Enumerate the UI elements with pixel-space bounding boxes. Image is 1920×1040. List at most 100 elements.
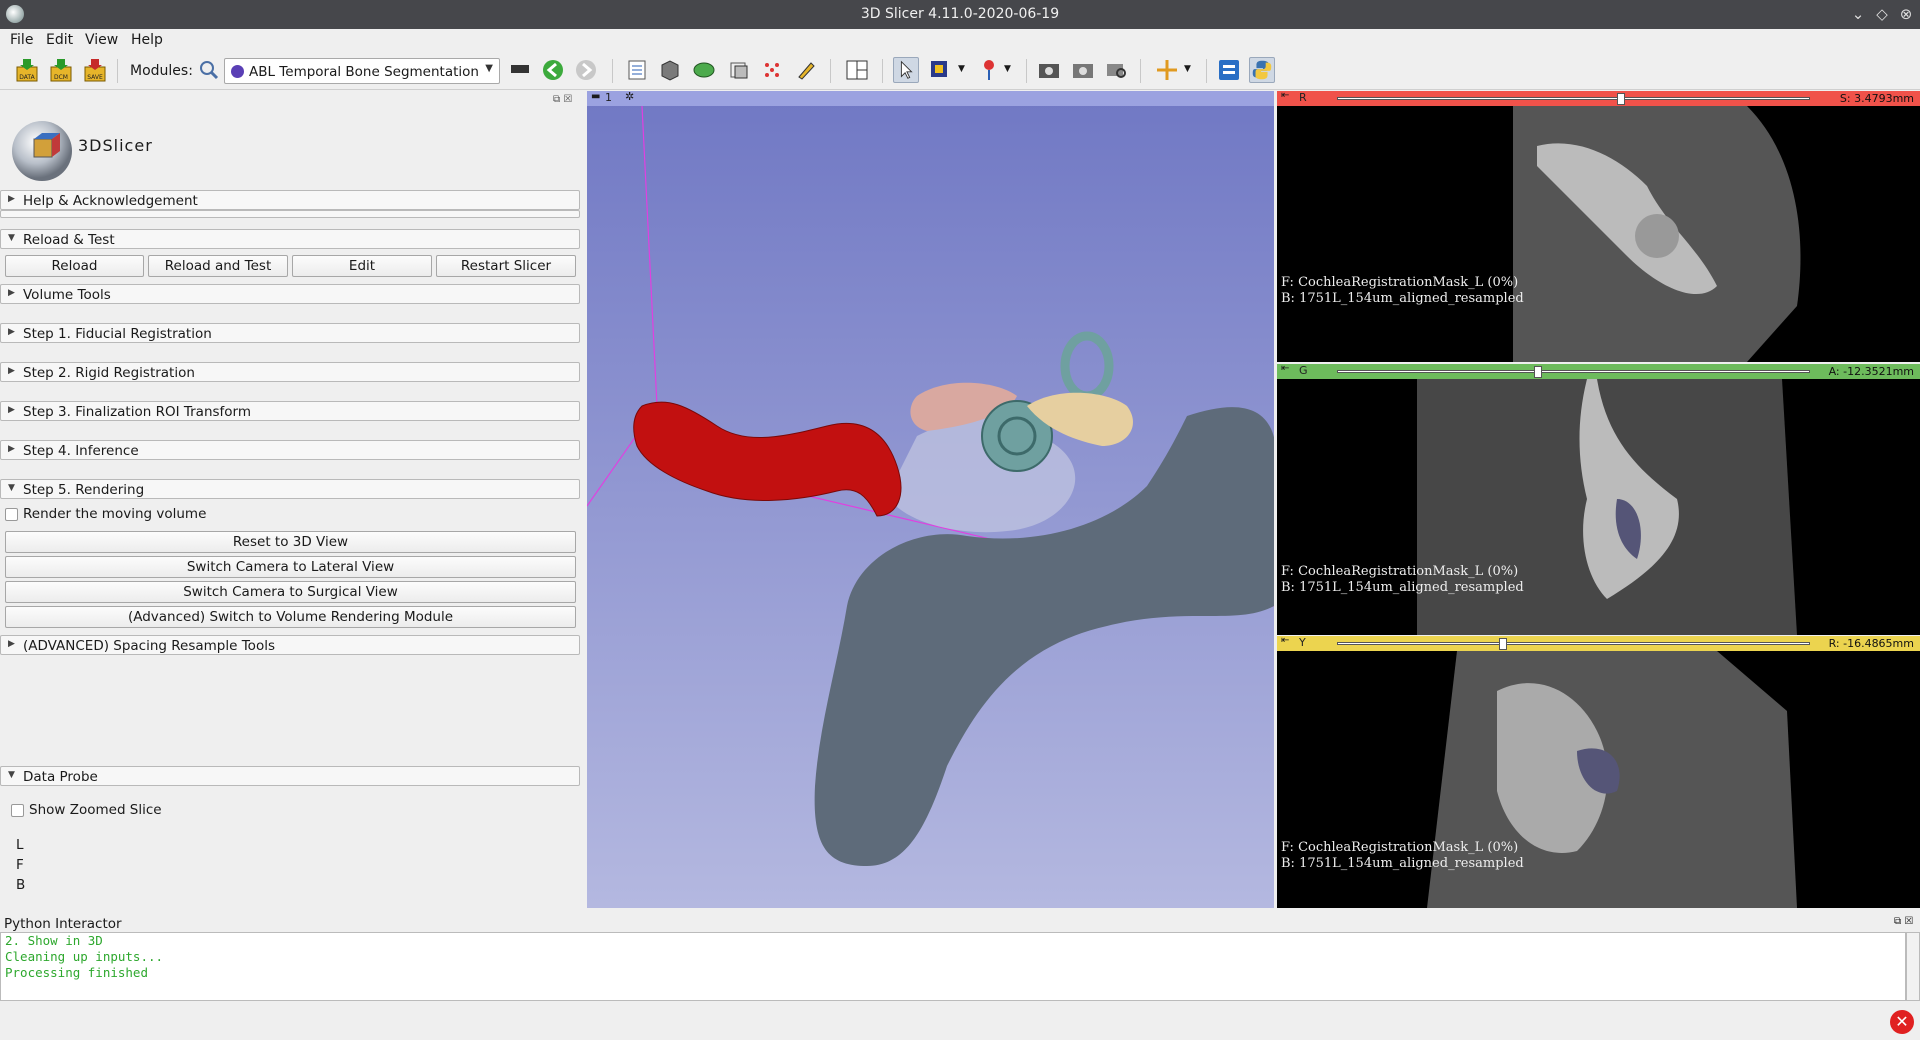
- reload-button[interactable]: Reload: [5, 255, 144, 277]
- back-arrow-icon[interactable]: [540, 57, 566, 83]
- close-icon[interactable]: ⊗: [1896, 4, 1916, 24]
- toolbar-separator: [117, 59, 118, 83]
- menu-help[interactable]: Help: [131, 32, 163, 48]
- python-icon[interactable]: [1249, 57, 1275, 83]
- show-zoomed-slice-checkbox[interactable]: [11, 804, 24, 817]
- scene-search-icon[interactable]: [1104, 57, 1130, 83]
- section-reload-test[interactable]: ▼ Reload & Test: [0, 229, 580, 249]
- surgical-view-button[interactable]: Switch Camera to Surgical View: [5, 581, 576, 603]
- minimize-icon[interactable]: ⌄: [1848, 4, 1868, 24]
- module-search-icon[interactable]: [196, 57, 222, 83]
- slice-letter: Y: [1299, 636, 1306, 649]
- chevron-down-icon[interactable]: ▼: [1184, 64, 1191, 74]
- segment-editor-icon[interactable]: [793, 57, 819, 83]
- section-label: (ADVANCED) Spacing Resample Tools: [23, 638, 275, 654]
- chevron-down-icon: ▼: [485, 63, 493, 74]
- transforms-module-icon[interactable]: [726, 57, 752, 83]
- layout-icon[interactable]: [844, 57, 870, 83]
- section-step1[interactable]: ▶ Step 1. Fiducial Registration: [0, 323, 580, 343]
- 3d-view-controller-bar[interactable]: ▬ 1 ✲: [587, 91, 1274, 106]
- module-selector[interactable]: ABL Temporal Bone Segmentation ▼: [224, 58, 500, 84]
- forward-arrow-icon[interactable]: [573, 57, 599, 83]
- console-line: Processing finished: [5, 965, 148, 980]
- python-console[interactable]: 2. Show in 3D Cleaning up inputs... Proc…: [0, 932, 1906, 1001]
- lateral-view-button[interactable]: Switch Camera to Lateral View: [5, 556, 576, 578]
- 3d-view-number: 1: [605, 91, 612, 104]
- dicom-icon[interactable]: DCM: [48, 57, 74, 83]
- load-data-icon[interactable]: DATA: [14, 57, 40, 83]
- reload-and-test-button[interactable]: Reload and Test: [148, 255, 288, 277]
- slice-background-label: B: 1751L_154um_aligned_resampled: [1281, 291, 1524, 306]
- pin-icon[interactable]: ⇤: [1281, 364, 1289, 374]
- svg-text:DATA: DATA: [19, 74, 35, 81]
- section-step3[interactable]: ▶ Step 3. Finalization ROI Transform: [0, 401, 580, 421]
- place-fiducial-icon[interactable]: [976, 57, 1002, 83]
- pin-icon[interactable]: ⇤: [1281, 636, 1289, 646]
- section-advanced-resample[interactable]: ▶ (ADVANCED) Spacing Resample Tools: [0, 635, 580, 655]
- green-slice-view[interactable]: ⇤ G A: -12.3521mm F: CochleaRegistration…: [1277, 364, 1920, 635]
- collapse-arrow-icon: ▼: [8, 483, 15, 493]
- error-log-icon[interactable]: ✕: [1890, 1010, 1914, 1034]
- console-scrollbar[interactable]: [1906, 932, 1920, 1001]
- chevron-down-icon[interactable]: ▼: [1004, 64, 1011, 74]
- gear-icon[interactable]: ✲: [625, 91, 634, 103]
- slice-offset: A: -12.3521mm: [1828, 365, 1914, 378]
- menu-edit[interactable]: Edit: [46, 32, 73, 48]
- slice-slider-handle[interactable]: [1616, 93, 1625, 105]
- section-label: Step 1. Fiducial Registration: [23, 326, 212, 342]
- console-line: Cleaning up inputs...: [5, 949, 164, 964]
- slice-slider-handle[interactable]: [1534, 366, 1543, 378]
- dock-controls[interactable]: ⧉ ☒: [1894, 916, 1913, 927]
- probe-row-b: B: [16, 877, 26, 893]
- pin-icon[interactable]: ⇤: [1281, 91, 1289, 101]
- restart-slicer-button[interactable]: Restart Slicer: [436, 255, 576, 277]
- section-step5[interactable]: ▼ Step 5. Rendering: [0, 479, 580, 499]
- section-label: Reload & Test: [23, 232, 115, 248]
- render-moving-volume-checkbox[interactable]: [5, 508, 18, 521]
- section-help[interactable]: ▶ Help & Acknowledgement: [0, 190, 580, 210]
- volume-rendering-button[interactable]: (Advanced) Switch to Volume Rendering Mo…: [5, 606, 576, 628]
- section-step4[interactable]: ▶ Step 4. Inference: [0, 440, 580, 460]
- window-title: 3D Slicer 4.11.0-2020-06-19: [860, 6, 1060, 22]
- section-label: Volume Tools: [23, 287, 111, 303]
- red-slice-view[interactable]: ⇤ R S: 3.4793mm F: CochleaRegistrationMa…: [1277, 91, 1920, 362]
- markups-module-icon[interactable]: [759, 57, 785, 83]
- save-icon[interactable]: SAVE: [82, 57, 108, 83]
- 3d-view[interactable]: ▬ 1 ✲: [587, 91, 1274, 908]
- red-slice-bar[interactable]: ⇤ R S: 3.4793mm: [1277, 91, 1920, 106]
- reset-3d-view-button[interactable]: Reset to 3D View: [5, 531, 576, 553]
- section-step2[interactable]: ▶ Step 2. Rigid Registration: [0, 362, 580, 382]
- screenshot-icon[interactable]: [1036, 57, 1062, 83]
- maximize-icon[interactable]: ◇: [1872, 4, 1892, 24]
- module-history-icon[interactable]: [508, 57, 534, 83]
- edit-button[interactable]: Edit: [292, 255, 432, 277]
- pin-icon[interactable]: ▬: [591, 91, 600, 102]
- section-data-probe[interactable]: ▼ Data Probe: [0, 766, 580, 786]
- expand-arrow-icon: ▶: [8, 639, 15, 649]
- pointer-icon[interactable]: [893, 57, 919, 83]
- dock-controls[interactable]: ⧉ ☒: [553, 94, 572, 105]
- carotid-artery-model: [633, 401, 902, 517]
- slice-slider-track[interactable]: [1337, 97, 1810, 100]
- slice-slider-track[interactable]: [1337, 642, 1810, 645]
- models-module-icon[interactable]: [691, 57, 717, 83]
- slice-slider-handle[interactable]: [1498, 638, 1507, 650]
- slice-slider-track[interactable]: [1337, 370, 1810, 373]
- chevron-down-icon[interactable]: ▼: [958, 64, 965, 74]
- section-label: Help & Acknowledgement: [23, 193, 198, 209]
- yellow-slice-bar[interactable]: ⇤ Y R: -16.4865mm: [1277, 636, 1920, 651]
- scene-view-icon[interactable]: [1070, 57, 1096, 83]
- expand-arrow-icon: ▶: [8, 194, 15, 204]
- window-level-icon[interactable]: [928, 57, 954, 83]
- menu-file[interactable]: File: [10, 32, 33, 48]
- green-slice-bar[interactable]: ⇤ G A: -12.3521mm: [1277, 364, 1920, 379]
- semicircular-canal-model: [1060, 331, 1114, 401]
- yellow-slice-view[interactable]: ⇤ Y R: -16.4865mm F: CochleaRegistration…: [1277, 636, 1920, 908]
- section-volume-tools[interactable]: ▶ Volume Tools: [0, 284, 580, 304]
- menu-view[interactable]: View: [85, 32, 118, 48]
- crosshair-icon[interactable]: [1154, 57, 1180, 83]
- volumes-module-icon[interactable]: [657, 57, 683, 83]
- data-module-icon[interactable]: [624, 57, 650, 83]
- extensions-icon[interactable]: [1216, 57, 1242, 83]
- main-toolbar: DATA DCM SAVE Modules: ABL Temporal Bone…: [0, 51, 1920, 90]
